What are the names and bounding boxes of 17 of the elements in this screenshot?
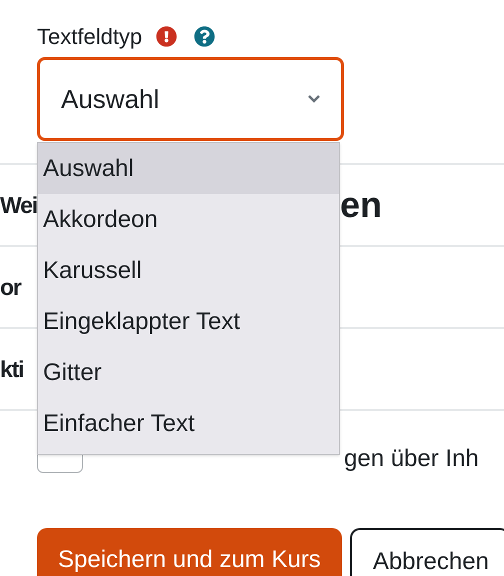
section-heading: Wei bbox=[0, 190, 37, 220]
section-heading: en bbox=[340, 183, 382, 227]
section-heading: kti bbox=[0, 354, 24, 384]
dropdown-option[interactable]: Auswahl bbox=[38, 143, 339, 194]
dropdown-option[interactable]: Akkordeon bbox=[38, 194, 339, 245]
section-heading: or bbox=[0, 272, 22, 302]
dropdown-option[interactable]: Gitter bbox=[38, 347, 339, 398]
checkbox-label: gen über Inh bbox=[344, 444, 479, 474]
save-button[interactable]: Speichern und zum Kurs bbox=[37, 528, 342, 576]
select-field[interactable]: Auswahl bbox=[37, 57, 344, 141]
dropdown-option[interactable]: Karussell bbox=[38, 245, 339, 296]
chevron-down-icon bbox=[307, 94, 321, 104]
field-label: Textfeldtyp bbox=[37, 22, 142, 51]
cancel-button[interactable]: Abbrechen bbox=[350, 528, 504, 576]
help-icon[interactable] bbox=[194, 26, 216, 46]
dropdown-option[interactable]: Einfacher Text bbox=[38, 398, 339, 449]
dropdown-option[interactable]: Eingeklappter Text bbox=[38, 296, 339, 347]
